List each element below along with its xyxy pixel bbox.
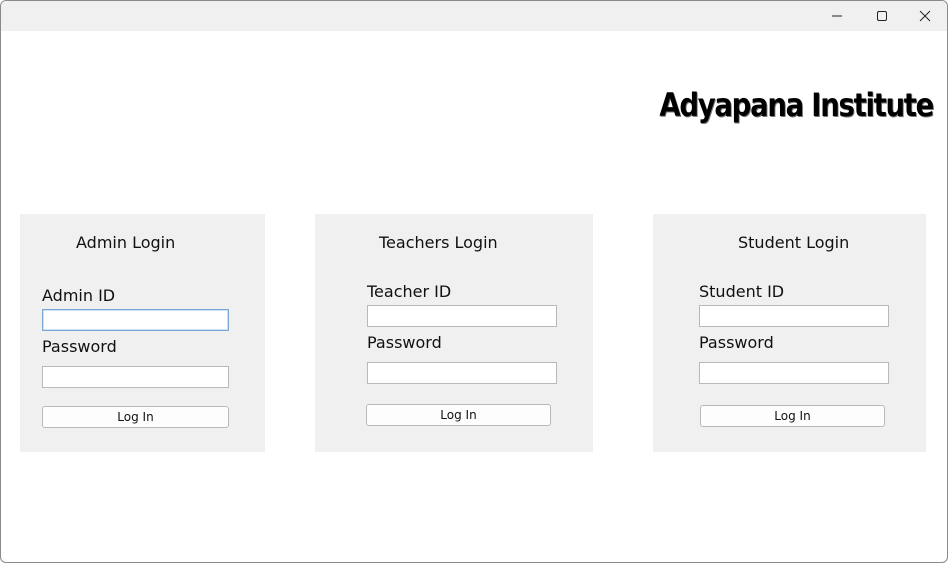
app-window: Adyapana Institute Admin Login Admin ID …	[0, 0, 948, 563]
student-login-panel: Student Login Student ID Password Log In	[653, 214, 926, 452]
admin-login-button[interactable]: Log In	[42, 406, 229, 428]
teacher-password-label: Password	[367, 333, 442, 352]
admin-id-input[interactable]	[42, 309, 229, 331]
minimize-button[interactable]	[814, 1, 860, 31]
title-bar[interactable]	[1, 1, 947, 31]
admin-login-heading: Admin Login	[76, 233, 176, 252]
admin-login-panel: Admin Login Admin ID Password Log In	[20, 214, 265, 452]
teacher-login-button[interactable]: Log In	[366, 404, 551, 426]
teacher-id-input[interactable]	[367, 305, 557, 327]
maximize-button[interactable]	[859, 1, 905, 31]
admin-password-input[interactable]	[42, 366, 229, 388]
teacher-id-label: Teacher ID	[367, 282, 452, 301]
close-icon	[919, 10, 931, 22]
student-id-input[interactable]	[699, 305, 889, 327]
student-login-button[interactable]: Log In	[700, 405, 885, 427]
admin-password-label: Password	[42, 337, 117, 356]
maximize-icon	[877, 11, 887, 21]
minimize-icon	[832, 15, 842, 17]
admin-id-label: Admin ID	[42, 286, 116, 305]
close-button[interactable]	[902, 1, 947, 31]
app-title: Adyapana Institute	[659, 86, 934, 124]
student-id-label: Student ID	[699, 282, 785, 301]
student-login-heading: Student Login	[738, 233, 850, 252]
student-password-label: Password	[699, 333, 774, 352]
student-password-input[interactable]	[699, 362, 889, 384]
teacher-login-heading: Teachers Login	[379, 233, 498, 252]
teacher-password-input[interactable]	[367, 362, 557, 384]
teacher-login-panel: Teachers Login Teacher ID Password Log I…	[315, 214, 593, 452]
